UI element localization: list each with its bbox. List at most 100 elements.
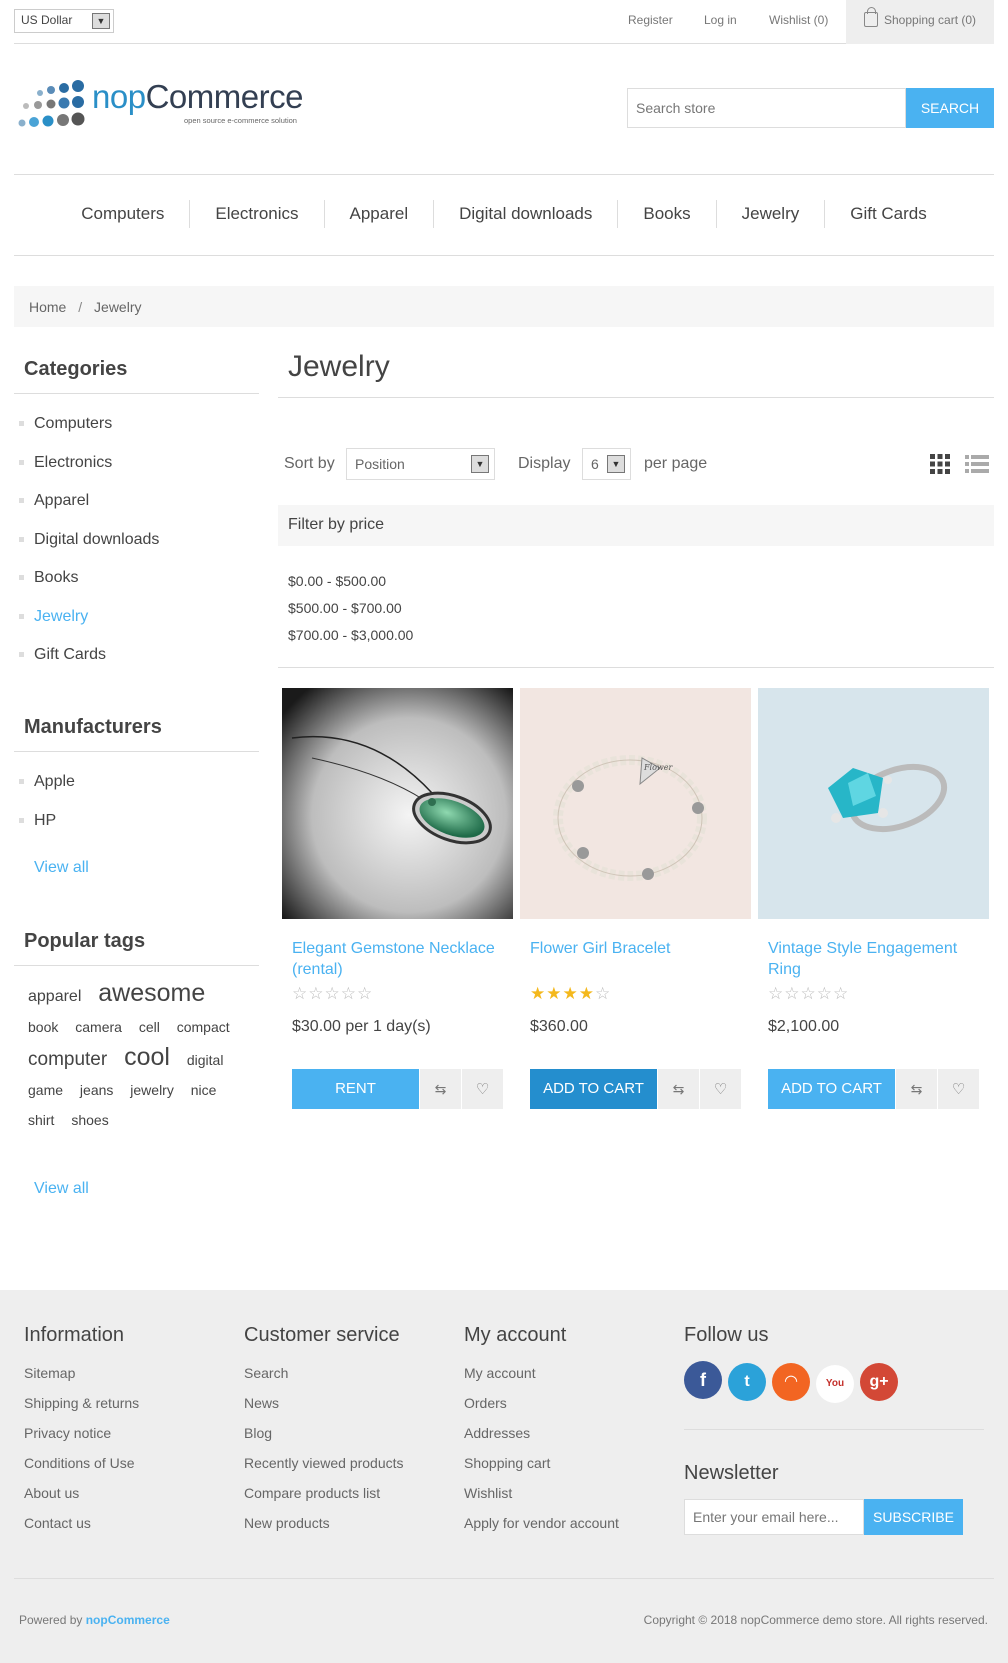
manufacturer-item[interactable]: HP: [14, 811, 259, 850]
footer-link[interactable]: Shopping cart: [464, 1455, 619, 1485]
product-image-necklace[interactable]: [282, 688, 513, 919]
category-item[interactable]: Apparel: [14, 491, 259, 530]
footer-link[interactable]: Compare products list: [244, 1485, 404, 1515]
breadcrumb-current: Jewelry: [94, 299, 142, 315]
grid-view-icon[interactable]: [929, 453, 951, 475]
footer-link[interactable]: Apply for vendor account: [464, 1515, 619, 1545]
breadcrumb-home[interactable]: Home: [29, 299, 66, 315]
product-title[interactable]: Elegant Gemstone Necklace (rental): [292, 938, 507, 980]
powered-by: Powered by nopCommerce: [19, 1613, 170, 1627]
tag-link[interactable]: shirt: [28, 1105, 54, 1135]
price-range-link[interactable]: $700.00 - $3,000.00: [288, 622, 413, 649]
top-menu-item[interactable]: Gift Cards: [825, 200, 952, 228]
shopping-cart-link[interactable]: Shopping cart (0): [846, 0, 994, 44]
category-item[interactable]: Books: [14, 568, 259, 607]
footer-link[interactable]: Shipping & returns: [24, 1395, 139, 1425]
top-menu-item[interactable]: Jewelry: [717, 200, 826, 228]
footer-link[interactable]: Addresses: [464, 1425, 619, 1455]
tag-link[interactable]: camera: [75, 1012, 122, 1042]
rating-stars-icon: ☆☆☆☆☆: [292, 984, 374, 1003]
footer-link[interactable]: Privacy notice: [24, 1425, 139, 1455]
category-item-active[interactable]: Jewelry: [14, 607, 259, 646]
footer-link[interactable]: Sitemap: [24, 1365, 139, 1395]
wishlist-button[interactable]: ♡: [937, 1069, 979, 1109]
footer-link[interactable]: Wishlist: [464, 1485, 619, 1515]
register-link[interactable]: Register: [628, 13, 673, 27]
tag-link[interactable]: cool: [124, 1042, 170, 1072]
category-item[interactable]: Digital downloads: [14, 530, 259, 569]
tag-link[interactable]: cell: [139, 1012, 160, 1042]
search-input[interactable]: Search store: [627, 88, 906, 128]
breadcrumb: Home / Jewelry: [14, 286, 994, 327]
top-menu-item[interactable]: Computers: [56, 200, 191, 228]
sort-select[interactable]: Position ▼: [346, 448, 495, 480]
wishlist-link[interactable]: Wishlist (0): [769, 13, 828, 27]
facebook-icon[interactable]: f: [684, 1361, 722, 1399]
login-link[interactable]: Log in: [704, 13, 737, 27]
footer-link[interactable]: Conditions of Use: [24, 1455, 139, 1485]
category-item[interactable]: Computers: [14, 414, 259, 453]
tag-link[interactable]: shoes: [71, 1105, 108, 1135]
tag-link[interactable]: jeans: [80, 1075, 113, 1105]
chevron-down-icon: ▼: [92, 13, 110, 29]
twitter-icon[interactable]: t: [728, 1363, 766, 1401]
wishlist-button[interactable]: ♡: [699, 1069, 741, 1109]
newsletter-email-input[interactable]: Enter your email here...: [684, 1499, 864, 1535]
tag-link[interactable]: compact: [177, 1012, 230, 1042]
footer-link[interactable]: Contact us: [24, 1515, 139, 1545]
tag-link[interactable]: jewelry: [130, 1075, 174, 1105]
compare-button[interactable]: ⇆: [419, 1069, 461, 1109]
page-title: Jewelry: [278, 350, 994, 398]
footer-link[interactable]: Blog: [244, 1425, 404, 1455]
price-range-link[interactable]: $0.00 - $500.00: [288, 568, 413, 595]
tags-view-all-link[interactable]: View all: [34, 1180, 89, 1198]
product-title[interactable]: Vintage Style Engagement Ring: [768, 938, 983, 980]
rent-button[interactable]: RENT: [292, 1069, 419, 1109]
google-plus-icon[interactable]: g+: [860, 1363, 898, 1401]
top-menu-item[interactable]: Electronics: [190, 200, 325, 228]
rss-icon[interactable]: ◠: [772, 1363, 810, 1401]
category-item[interactable]: Electronics: [14, 453, 259, 492]
footer-link[interactable]: About us: [24, 1485, 139, 1515]
heart-icon: ♡: [951, 1081, 966, 1098]
manufacturer-item[interactable]: Apple: [14, 772, 259, 811]
wishlist-button[interactable]: ♡: [461, 1069, 503, 1109]
currency-selector[interactable]: US Dollar ▼: [14, 9, 114, 33]
product-title[interactable]: Flower Girl Bracelet: [530, 938, 745, 959]
compare-button[interactable]: ⇆: [895, 1069, 937, 1109]
footer-link[interactable]: New products: [244, 1515, 404, 1545]
youtube-icon[interactable]: You: [816, 1365, 854, 1403]
add-to-cart-button[interactable]: ADD TO CART: [768, 1069, 895, 1109]
tag-link[interactable]: computer: [28, 1045, 107, 1075]
footer-link[interactable]: Orders: [464, 1395, 619, 1425]
tag-link[interactable]: game: [28, 1075, 63, 1105]
top-menu-item[interactable]: Apparel: [325, 200, 435, 228]
manufacturers-view-all-link[interactable]: View all: [34, 859, 89, 877]
price-range-link[interactable]: $500.00 - $700.00: [288, 595, 413, 622]
top-menu-item[interactable]: Digital downloads: [434, 200, 619, 228]
tag-link[interactable]: digital: [187, 1045, 224, 1075]
footer-link[interactable]: Search: [244, 1365, 404, 1395]
subscribe-button[interactable]: SUBSCRIBE: [864, 1499, 963, 1535]
top-menu-item[interactable]: Books: [618, 200, 717, 228]
category-item[interactable]: Gift Cards: [14, 645, 259, 684]
tag-link[interactable]: awesome: [98, 978, 205, 1008]
store-logo[interactable]: nopCommerce open source e-commerce solut…: [18, 78, 318, 138]
footer-link[interactable]: News: [244, 1395, 404, 1425]
product-image-ring[interactable]: [758, 688, 989, 919]
product-image-bracelet[interactable]: Flower: [520, 688, 751, 919]
product-selectors: Sort by Position ▼ Display 6 ▼ per page: [278, 448, 994, 482]
search-button[interactable]: SEARCH: [906, 88, 994, 128]
tag-link[interactable]: book: [28, 1012, 58, 1042]
footer-link[interactable]: My account: [464, 1365, 619, 1395]
page-size-select[interactable]: 6 ▼: [582, 448, 631, 480]
footer-link[interactable]: Recently viewed products: [244, 1455, 404, 1485]
powered-by-link[interactable]: nopCommerce: [86, 1613, 170, 1627]
compare-button[interactable]: ⇆: [657, 1069, 699, 1109]
rating-stars-icon: ☆☆☆☆☆: [768, 984, 850, 1003]
tag-link[interactable]: apparel: [28, 982, 81, 1012]
categories-title: Categories: [14, 358, 259, 394]
tag-link[interactable]: nice: [191, 1075, 217, 1105]
list-view-icon[interactable]: [965, 453, 989, 475]
add-to-cart-button[interactable]: ADD TO CART: [530, 1069, 657, 1109]
